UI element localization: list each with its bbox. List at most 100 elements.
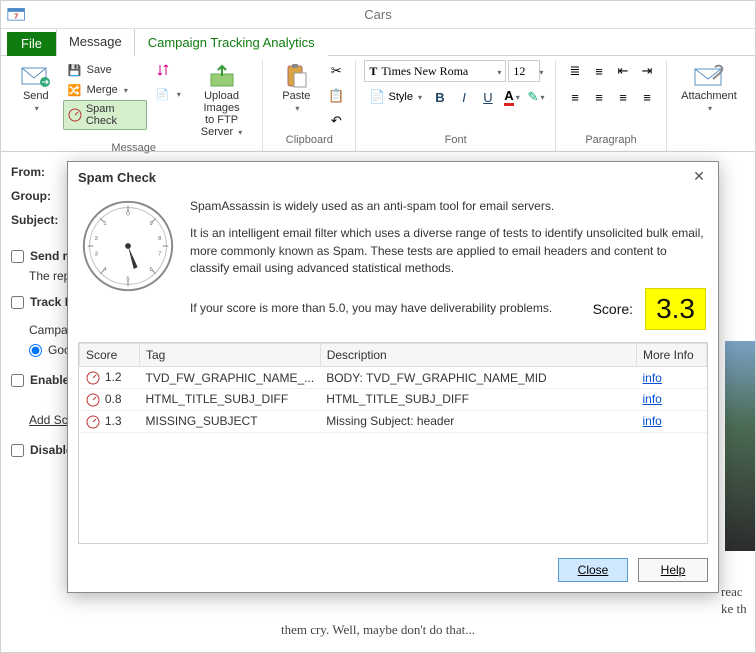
titlebar: 7 Cars	[1, 1, 755, 29]
col-score[interactable]: Score	[80, 344, 140, 367]
dialog-desc: It is an intelligent email filter which …	[190, 225, 706, 277]
floppy-icon: 💾	[67, 62, 83, 78]
save-button[interactable]: 💾Save	[63, 60, 147, 80]
col-tag[interactable]: Tag	[140, 344, 321, 367]
enable-label: Enable	[30, 373, 69, 387]
bold-button[interactable]: B	[429, 86, 451, 108]
upload-button[interactable]: Upload Images to FTP Server	[189, 60, 255, 140]
underline-button[interactable]: U	[477, 86, 499, 108]
attachment-button[interactable]: Attachment	[675, 60, 743, 116]
add-sc-link[interactable]: Add Sc	[29, 413, 68, 427]
gauge-icon: 0 1 2 3 4 5 6 7 8 9	[80, 198, 176, 294]
window-title: Cars	[364, 7, 391, 22]
tab-message[interactable]: Message	[56, 28, 135, 56]
align-justify-button[interactable]: ≡	[636, 86, 658, 108]
flag-icon: 📄	[155, 86, 171, 102]
track-checkbox[interactable]	[11, 296, 24, 309]
goo-radio[interactable]	[29, 344, 42, 357]
menubar: File Message Campaign Tracking Analytics	[1, 29, 755, 55]
bullets-button[interactable]: ≣	[564, 60, 586, 82]
info-link[interactable]: info	[643, 371, 662, 385]
col-desc[interactable]: Description	[320, 344, 636, 367]
svg-text:0: 0	[126, 210, 130, 217]
bullets-icon: ≣	[570, 63, 581, 79]
spam-check-button[interactable]: Spam Check	[63, 100, 147, 130]
font-size-select[interactable]	[508, 60, 540, 82]
send-button[interactable]: Send	[13, 60, 59, 116]
ribbon-group-font: T 📄Style B I U A ✎ Font	[356, 60, 556, 151]
tab-tracking[interactable]: Campaign Tracking Analytics	[135, 29, 328, 56]
align-left-button[interactable]: ≡	[564, 86, 586, 108]
info-link[interactable]: info	[643, 414, 662, 428]
table-row[interactable]: 1.3MISSING_SUBJECTMissing Subject: heade…	[80, 410, 707, 432]
ribbon: Send 💾Save 🔀Merge Spam Check 📄 Upload Im…	[1, 56, 755, 152]
col-info[interactable]: More Info	[637, 344, 707, 367]
align-center-icon: ≡	[595, 90, 603, 105]
dialog-close-button[interactable]: ✕	[690, 168, 708, 186]
ribbon-group-clipboard: Paste ✂ 📋 ↶ Clipboard	[263, 60, 356, 151]
group-label-paragraph: Paragraph	[564, 132, 658, 149]
indent-button[interactable]: ⇥	[636, 60, 658, 82]
attachment-icon	[693, 62, 725, 90]
font-family-input[interactable]	[381, 64, 491, 79]
undo-button[interactable]: ↶	[325, 110, 347, 132]
svg-text:2: 2	[95, 236, 98, 242]
svg-text:8: 8	[158, 236, 161, 242]
table-row[interactable]: 0.8HTML_TITLE_SUBJ_DIFFHTML_TITLE_SUBJ_D…	[80, 388, 707, 410]
app-icon: 7	[7, 6, 27, 24]
table-row[interactable]: 1.2TVD_FW_GRAPHIC_NAME_...BODY: TVD_FW_G…	[80, 367, 707, 389]
score-label: Score:	[593, 299, 633, 319]
clipboard-icon	[280, 62, 312, 90]
align-right-icon: ≡	[619, 90, 627, 105]
merge-button[interactable]: 🔀Merge	[63, 80, 147, 100]
score-value: 3.3	[645, 288, 706, 331]
ribbon-group-message: Send 💾Save 🔀Merge Spam Check 📄 Upload Im…	[5, 60, 263, 151]
copy-button[interactable]: 📋	[325, 85, 347, 107]
highlight-button[interactable]: ✎	[525, 86, 547, 108]
dialog-intro: SpamAssassin is widely used as an anti-s…	[190, 198, 706, 215]
sort-button[interactable]	[151, 60, 185, 80]
body-text-tail: them cry. Well, maybe don't do that...	[1, 618, 755, 642]
close-icon: ✕	[693, 168, 705, 184]
flag-button[interactable]: 📄	[151, 84, 185, 104]
disable-checkbox[interactable]	[11, 444, 24, 457]
numbering-button[interactable]: ≡	[588, 60, 610, 82]
svg-text:9: 9	[149, 221, 152, 227]
group-label-message: Message	[13, 140, 254, 157]
font-color-icon: A	[504, 88, 513, 106]
send-label: Send	[23, 90, 49, 102]
group-label: Group:	[11, 189, 65, 203]
help-button[interactable]: Help	[638, 558, 708, 582]
enable-checkbox[interactable]	[11, 374, 24, 387]
italic-button[interactable]: I	[453, 86, 475, 108]
paste-button[interactable]: Paste	[271, 60, 321, 116]
highlight-icon: ✎	[528, 89, 539, 105]
send-receipt-checkbox[interactable]	[11, 250, 24, 263]
style-button[interactable]: 📄Style	[364, 86, 427, 108]
info-link[interactable]: info	[643, 392, 662, 406]
font-family-select[interactable]: T	[364, 60, 506, 82]
envelope-icon	[20, 62, 52, 90]
align-left-icon: ≡	[571, 90, 579, 105]
indent-icon: ⇥	[642, 63, 653, 79]
ribbon-group-attachment: Attachment	[667, 60, 751, 151]
outdent-button[interactable]: ⇤	[612, 60, 634, 82]
gauge-icon	[68, 107, 82, 123]
cut-button[interactable]: ✂	[325, 60, 347, 82]
spam-check-dialog: Spam Check ✕ 0 1 2 3 4 5 6 7 8 9	[67, 161, 719, 593]
font-color-button[interactable]: A	[501, 86, 523, 108]
dialog-title: Spam Check	[78, 170, 156, 185]
font-size-input[interactable]	[513, 64, 533, 79]
close-button[interactable]: Close	[558, 558, 628, 582]
copy-icon: 📋	[328, 88, 344, 104]
sort-icon	[155, 62, 171, 78]
align-right-button[interactable]: ≡	[612, 86, 634, 108]
svg-text:1: 1	[103, 221, 106, 227]
subject-label: Subject:	[11, 213, 65, 227]
outdent-icon: ⇤	[618, 63, 629, 79]
results-table: Score Tag Description More Info 1.2TVD_F…	[78, 342, 708, 544]
align-center-button[interactable]: ≡	[588, 86, 610, 108]
svg-text:7: 7	[158, 252, 161, 258]
numbering-icon: ≡	[595, 64, 603, 79]
file-menu[interactable]: File	[7, 32, 56, 56]
